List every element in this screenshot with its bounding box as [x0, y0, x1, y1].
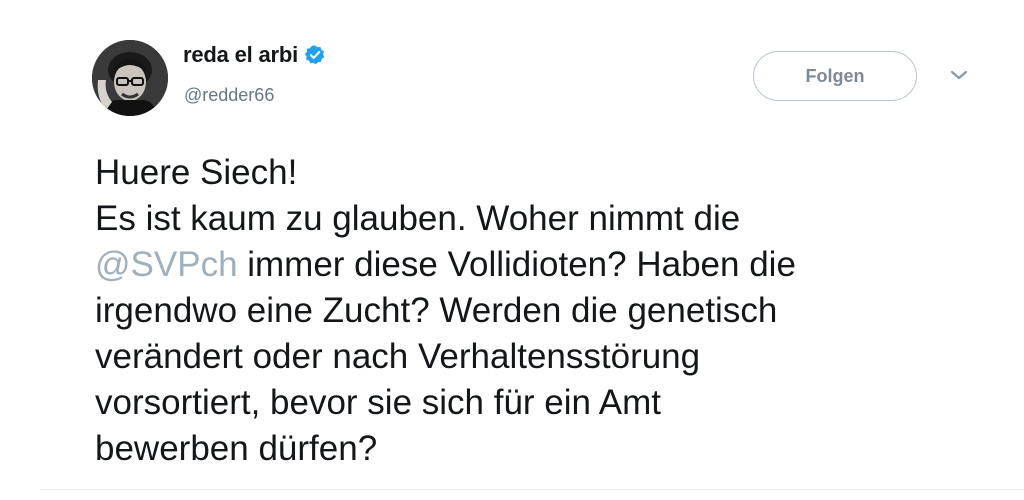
mention-link[interactable]: @SVPch [95, 245, 238, 284]
tweet-card: reda el arbi @redder66 Folgen Huere Siec… [0, 0, 1024, 500]
divider [40, 489, 1024, 490]
avatar[interactable] [92, 40, 168, 116]
tweet-line: bewerben dürfen? [95, 429, 378, 468]
tweet-line: Es ist kaum zu glauben. Woher nimmt die [95, 199, 741, 238]
tweet-line: verändert oder nach Verhaltensstörung [95, 337, 701, 376]
verified-badge-icon [304, 45, 325, 65]
tweet-line: irgendwo eine Zucht? Werden die genetisc… [95, 291, 778, 330]
tweet-line: Huere Siech! [95, 153, 298, 192]
profile-photo-icon [92, 40, 168, 116]
tweet-text: Huere Siech! Es ist kaum zu glauben. Woh… [95, 150, 995, 472]
display-name-text: reda el arbi [183, 42, 298, 67]
tweet-line-text: immer diese Vollidioten? Haben die [237, 245, 796, 284]
user-handle[interactable]: @redder66 [184, 85, 274, 106]
tweet-line: @SVPch immer diese Vollidioten? Haben di… [95, 242, 995, 288]
display-name[interactable]: reda el arbi [183, 42, 326, 68]
chevron-down-icon[interactable] [948, 67, 970, 83]
tweet-line: vorsortiert, bevor sie sich für ein Amt [95, 383, 662, 422]
follow-button[interactable]: Folgen [753, 51, 917, 101]
